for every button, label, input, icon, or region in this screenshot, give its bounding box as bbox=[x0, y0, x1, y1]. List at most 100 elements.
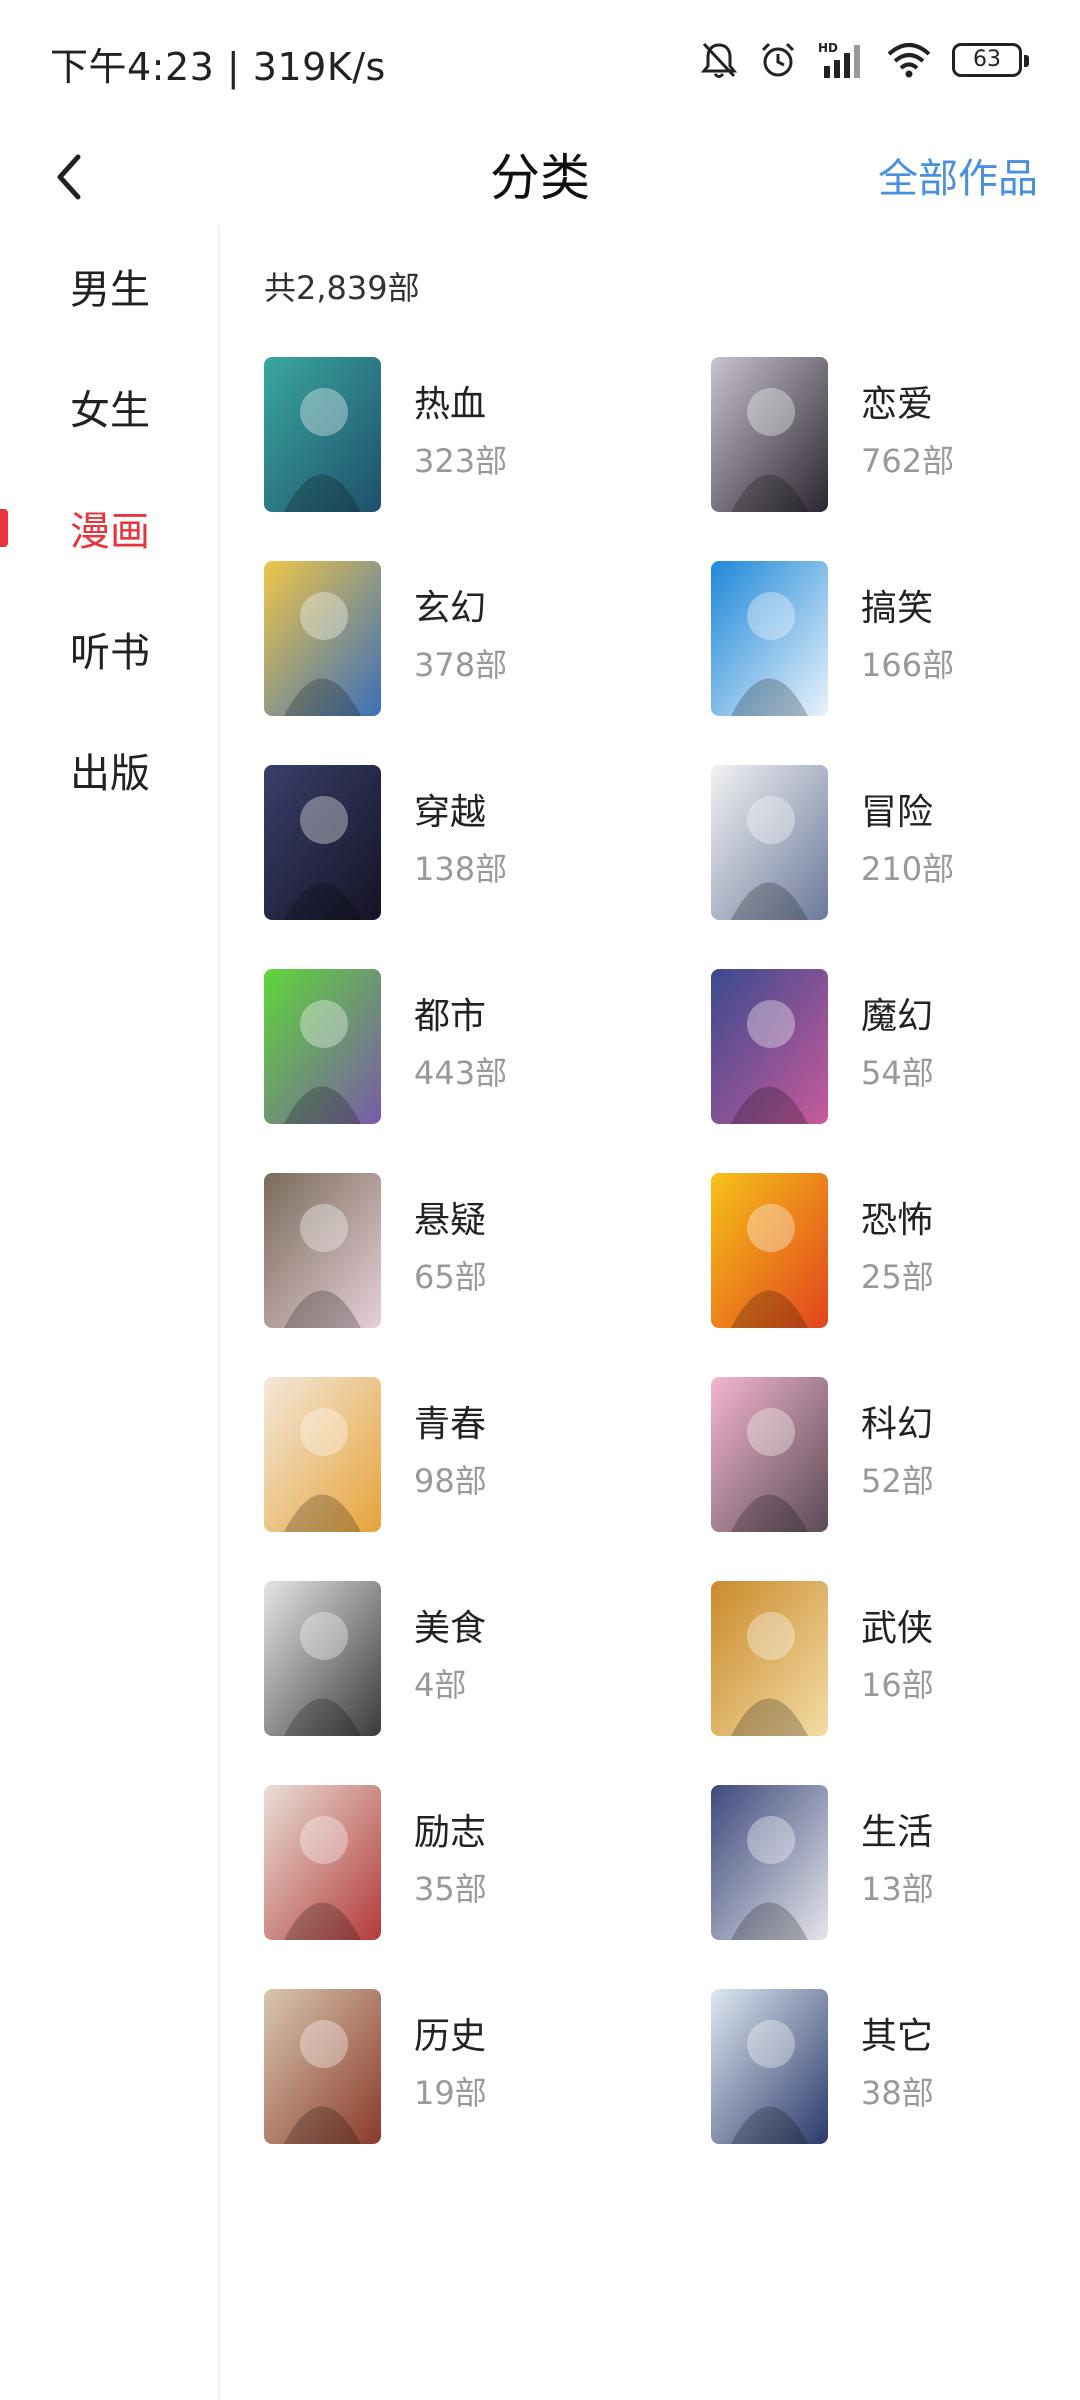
sidebar-item-comics[interactable]: 漫画 bbox=[0, 467, 220, 588]
category-text: 美食 4部 bbox=[414, 1581, 486, 1707]
category-count: 13部 bbox=[861, 1870, 934, 1908]
category-cover-image bbox=[711, 1377, 828, 1532]
sidebar-item-girls[interactable]: 女生 bbox=[0, 346, 220, 467]
category-sidebar: 男生 女生 漫画 听书 出版 bbox=[0, 225, 220, 2400]
category-text: 历史 19部 bbox=[414, 1989, 487, 2115]
category-item[interactable]: 武侠 16部 bbox=[711, 1581, 1064, 1785]
battery-icon: 63 bbox=[952, 43, 1029, 77]
category-count: 65部 bbox=[414, 1258, 487, 1296]
sidebar-item-audiobooks[interactable]: 听书 bbox=[0, 588, 220, 709]
category-text: 玄幻 378部 bbox=[414, 561, 507, 687]
category-name: 都市 bbox=[414, 996, 487, 1037]
category-cover-image bbox=[264, 1377, 381, 1532]
category-text: 青春 98部 bbox=[414, 1377, 487, 1503]
svg-text:HD: HD bbox=[818, 41, 838, 55]
category-item[interactable]: 热血 323部 bbox=[264, 357, 711, 561]
header-bar: 分类 全部作品 bbox=[0, 120, 1080, 230]
category-count: 166部 bbox=[861, 646, 955, 684]
category-text: 都市 443部 bbox=[414, 969, 507, 1095]
all-works-link[interactable]: 全部作品 bbox=[878, 146, 1038, 204]
category-text: 恐怖 25部 bbox=[861, 1173, 934, 1299]
category-name: 魔幻 bbox=[861, 996, 934, 1037]
category-text: 科幻 52部 bbox=[861, 1377, 934, 1503]
category-cover-image bbox=[264, 969, 381, 1124]
category-cover-image bbox=[711, 1989, 828, 2144]
category-count: 52部 bbox=[861, 1462, 934, 1500]
category-name: 搞笑 bbox=[861, 588, 934, 629]
sidebar-item-publishing[interactable]: 出版 bbox=[0, 709, 220, 830]
category-name: 武侠 bbox=[861, 1608, 934, 1649]
category-cover-image bbox=[264, 1173, 381, 1328]
category-cover-image bbox=[264, 561, 381, 716]
category-name: 青春 bbox=[414, 1404, 487, 1445]
category-text: 武侠 16部 bbox=[861, 1581, 934, 1707]
category-cover-image bbox=[711, 1785, 828, 1940]
category-name: 历史 bbox=[414, 2016, 487, 2057]
category-item[interactable]: 励志 35部 bbox=[264, 1785, 711, 1989]
category-item[interactable]: 冒险 210部 bbox=[711, 765, 1064, 969]
category-name: 穿越 bbox=[414, 792, 487, 833]
category-count: 19部 bbox=[414, 2074, 487, 2112]
category-name: 玄幻 bbox=[414, 588, 487, 629]
signal-icon: HD bbox=[818, 40, 866, 80]
category-item[interactable]: 其它 38部 bbox=[711, 1989, 1064, 2193]
category-cover-image bbox=[264, 357, 381, 512]
category-count: 762部 bbox=[861, 442, 955, 480]
category-item[interactable]: 科幻 52部 bbox=[711, 1377, 1064, 1581]
category-item[interactable]: 玄幻 378部 bbox=[264, 561, 711, 765]
category-name: 冒险 bbox=[861, 792, 934, 833]
mute-bell-icon bbox=[700, 40, 738, 80]
category-name: 悬疑 bbox=[414, 1200, 487, 1241]
category-item[interactable]: 魔幻 54部 bbox=[711, 969, 1064, 1173]
category-cover-image bbox=[264, 1989, 381, 2144]
category-item[interactable]: 生活 13部 bbox=[711, 1785, 1064, 1989]
category-text: 冒险 210部 bbox=[861, 765, 954, 891]
category-count: 323部 bbox=[414, 442, 508, 480]
category-text: 穿越 138部 bbox=[414, 765, 507, 891]
status-bar: 下午4:23 | 319K/s HD 63 bbox=[0, 0, 1080, 120]
category-name: 美食 bbox=[414, 1608, 487, 1649]
category-cover-image bbox=[711, 561, 828, 716]
category-text: 搞笑 166部 bbox=[861, 561, 954, 687]
category-cover-image bbox=[711, 1173, 828, 1328]
category-item[interactable]: 恐怖 25部 bbox=[711, 1173, 1064, 1377]
category-count: 98部 bbox=[414, 1462, 487, 1500]
category-item[interactable]: 都市 443部 bbox=[264, 969, 711, 1173]
category-item[interactable]: 青春 98部 bbox=[264, 1377, 711, 1581]
alarm-icon bbox=[758, 40, 798, 80]
category-count: 378部 bbox=[414, 646, 508, 684]
status-icons: HD 63 bbox=[700, 38, 1029, 82]
category-count: 54部 bbox=[861, 1054, 934, 1092]
category-cover-image bbox=[711, 765, 828, 920]
category-count: 210部 bbox=[861, 850, 955, 888]
sidebar-item-boys[interactable]: 男生 bbox=[0, 225, 220, 346]
category-cover-image bbox=[264, 1581, 381, 1736]
category-name: 恐怖 bbox=[861, 1200, 934, 1241]
category-cover-image bbox=[711, 969, 828, 1124]
category-name: 恋爱 bbox=[861, 384, 934, 425]
category-count: 138部 bbox=[414, 850, 508, 888]
category-name: 热血 bbox=[414, 384, 487, 425]
category-count: 16部 bbox=[861, 1666, 934, 1704]
category-item[interactable]: 悬疑 65部 bbox=[264, 1173, 711, 1377]
category-item[interactable]: 美食 4部 bbox=[264, 1581, 711, 1785]
category-text: 恋爱 762部 bbox=[861, 357, 954, 483]
category-cover-image bbox=[264, 1785, 381, 1940]
category-count: 35部 bbox=[414, 1870, 487, 1908]
category-cover-image bbox=[711, 357, 828, 512]
category-name: 其它 bbox=[861, 2016, 934, 2057]
category-count: 4部 bbox=[414, 1666, 467, 1704]
category-cover-image bbox=[711, 1581, 828, 1736]
category-item[interactable]: 恋爱 762部 bbox=[711, 357, 1064, 561]
category-cover-image bbox=[264, 765, 381, 920]
wifi-icon bbox=[886, 41, 932, 79]
category-text: 生活 13部 bbox=[861, 1785, 934, 1911]
category-text: 悬疑 65部 bbox=[414, 1173, 487, 1299]
category-item[interactable]: 搞笑 166部 bbox=[711, 561, 1064, 765]
category-text: 励志 35部 bbox=[414, 1785, 487, 1911]
category-count: 25部 bbox=[861, 1258, 934, 1296]
category-item[interactable]: 穿越 138部 bbox=[264, 765, 711, 969]
category-item[interactable]: 历史 19部 bbox=[264, 1989, 711, 2193]
category-name: 生活 bbox=[861, 1812, 934, 1853]
category-text: 其它 38部 bbox=[861, 1989, 934, 2115]
